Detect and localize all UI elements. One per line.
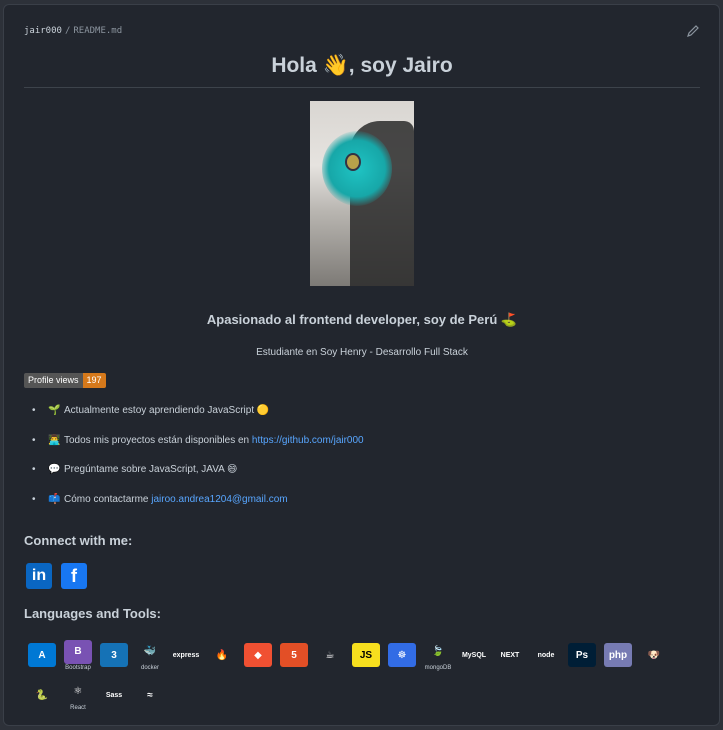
react-glyph: ⚛ <box>64 679 92 704</box>
list-item: 👨‍💻Todos mis proyectos están disponibles… <box>32 434 364 465</box>
badge-label: Profile views <box>24 373 83 388</box>
react-icon[interactable]: ⚛ React <box>60 677 96 713</box>
html5-glyph: 5 <box>280 643 308 667</box>
tools-list: A B Bootstrap 3 🐳 docker express 🔥 ◆ 5 ☕ JS ☸ 🍃 mongoD… <box>24 637 704 713</box>
linkedin-icon[interactable]: in <box>26 563 52 589</box>
bootstrap-icon[interactable]: B Bootstrap <box>60 637 96 673</box>
javascript-icon[interactable]: JS <box>348 637 384 673</box>
php-glyph: php <box>604 643 632 667</box>
python-glyph: 🐍 <box>28 683 56 707</box>
tool-caption: docker <box>140 664 159 671</box>
git-glyph: ◆ <box>244 643 272 667</box>
breadcrumb-file: README.md <box>73 26 123 36</box>
tool-caption: mongoDB <box>424 664 452 671</box>
readme-panel: jair000/README.md Hola 👋, soy Jairo Apas… <box>3 4 720 726</box>
kubernetes-icon[interactable]: ☸ <box>384 637 420 673</box>
css3-glyph: 3 <box>100 643 128 667</box>
list-item: 🌱Actualmente estoy aprendiendo JavaScrip… <box>32 405 364 435</box>
nextjs-glyph: NEXT <box>496 643 524 667</box>
express-icon[interactable]: express <box>168 637 204 673</box>
profile-views-badge: Profile views 197 <box>24 373 106 388</box>
python-icon[interactable]: 🐍 <box>24 677 60 713</box>
express-glyph: express <box>172 643 200 667</box>
mailbox-icon: 📫 <box>48 493 61 505</box>
breadcrumb: jair000/README.md <box>24 26 123 36</box>
azure-glyph: A <box>28 643 56 667</box>
tool-caption: React <box>70 704 86 711</box>
firebase-icon[interactable]: 🔥 <box>204 637 240 673</box>
azure-icon[interactable]: A <box>24 637 60 673</box>
java-icon[interactable]: ☕ <box>312 637 348 673</box>
git-icon[interactable]: ◆ <box>240 637 276 673</box>
tailwind-icon[interactable]: ≈ <box>132 677 168 713</box>
sass-glyph: Sass <box>100 683 128 707</box>
facebook-icon[interactable]: f <box>61 563 87 589</box>
sass-icon[interactable]: Sass <box>96 677 132 713</box>
nodejs-icon[interactable]: node <box>528 637 564 673</box>
subtagline: Estudiante en Soy Henry - Desarrollo Ful… <box>256 347 468 358</box>
html5-icon[interactable]: 5 <box>276 637 312 673</box>
photoshop-icon[interactable]: Ps <box>564 637 600 673</box>
social-links: in f <box>26 563 87 589</box>
nodejs-glyph: node <box>532 643 560 667</box>
pug-glyph: 🐶 <box>640 643 668 667</box>
github-link[interactable]: https://github.com/jair000 <box>252 435 364 446</box>
docker-icon[interactable]: 🐳 docker <box>132 637 168 673</box>
badge-value: 197 <box>82 373 106 388</box>
sprout-icon: 🌱 <box>48 405 61 416</box>
java-glyph: ☕ <box>316 643 344 667</box>
mysql-icon[interactable]: MySQL <box>456 637 492 673</box>
php-icon[interactable]: php <box>600 637 636 673</box>
divider <box>24 87 700 88</box>
developer-icon: 👨‍💻 <box>48 434 61 446</box>
item-text: Pregúntame sobre JavaScript, JAVA 😄 <box>64 464 238 475</box>
mongodb-icon[interactable]: 🍃 mongoDB <box>420 637 456 673</box>
list-item: 💬Pregúntame sobre JavaScript, JAVA 😄 <box>32 464 364 494</box>
css3-icon[interactable]: 3 <box>96 637 132 673</box>
item-text: Actualmente estoy aprendiendo JavaScript… <box>64 405 270 416</box>
speech-icon: 💬 <box>48 464 61 475</box>
bootstrap-glyph: B <box>64 639 92 664</box>
edit-pencil-icon[interactable] <box>686 24 700 38</box>
breadcrumb-owner[interactable]: jair000 <box>24 26 62 36</box>
firebase-glyph: 🔥 <box>208 643 236 667</box>
email-link[interactable]: jairoo.andrea1204@gmail.com <box>151 494 287 505</box>
page-title: Hola 👋, soy Jairo <box>271 54 453 77</box>
photoshop-glyph: Ps <box>568 643 596 667</box>
profile-photo <box>310 101 414 286</box>
list-item: 📫Cómo contactarme jairoo.andrea1204@gmai… <box>32 493 364 524</box>
item-text: Cómo contactarme <box>64 493 149 505</box>
mongodb-glyph: 🍃 <box>424 639 452 664</box>
kubernetes-glyph: ☸ <box>388 643 416 667</box>
mysql-glyph: MySQL <box>460 643 488 667</box>
pug-icon[interactable]: 🐶 <box>636 637 672 673</box>
docker-glyph: 🐳 <box>136 639 164 664</box>
about-list: 🌱Actualmente estoy aprendiendo JavaScrip… <box>32 405 364 524</box>
javascript-glyph: JS <box>352 643 380 667</box>
connect-heading: Connect with me: <box>24 533 133 548</box>
tools-heading: Languages and Tools: <box>24 606 161 621</box>
tailwind-glyph: ≈ <box>136 683 164 707</box>
tagline: Apasionado al frontend developer, soy de… <box>206 312 518 327</box>
nextjs-icon[interactable]: NEXT <box>492 637 528 673</box>
item-text: Todos mis proyectos están disponibles en <box>64 434 250 446</box>
tool-caption: Bootstrap <box>65 664 91 671</box>
